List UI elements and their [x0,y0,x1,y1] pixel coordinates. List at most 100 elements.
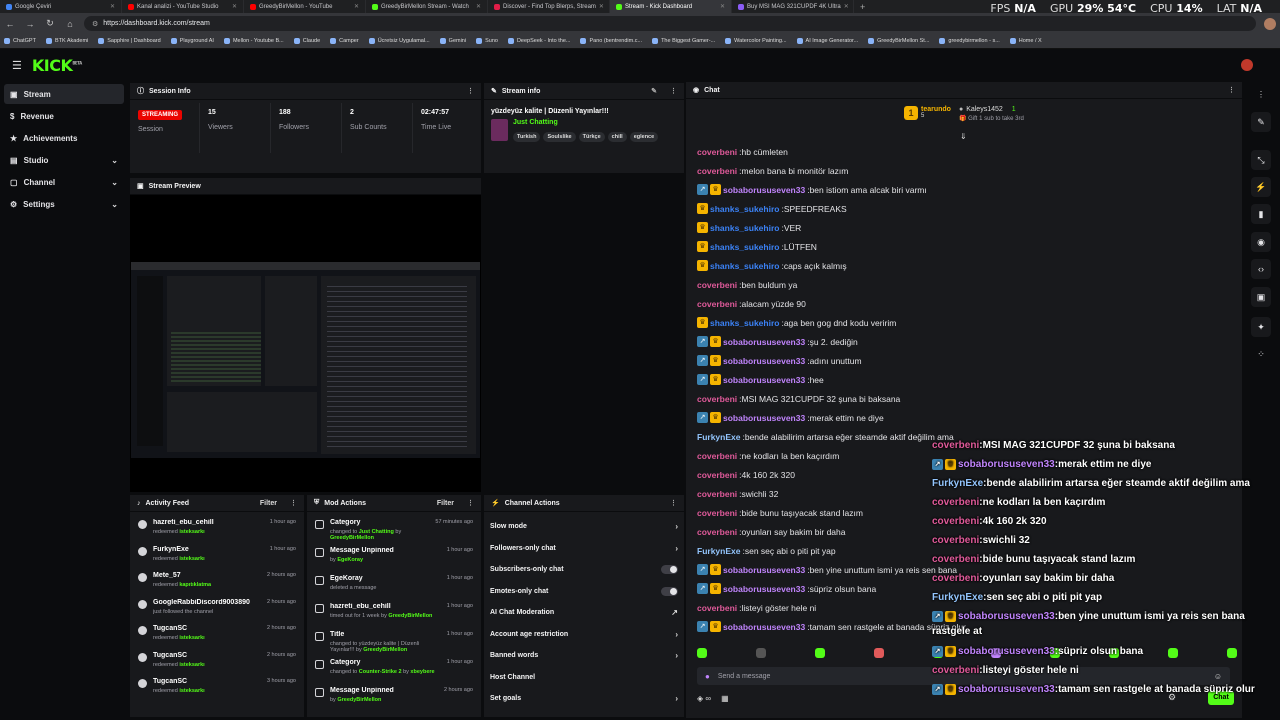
sidebar-item-stream[interactable]: ▣ Stream [4,84,124,104]
chat-username[interactable]: coverbeni [697,166,737,176]
save-icon[interactable]: ▣ [1251,287,1271,307]
emote-icon[interactable] [814,648,825,658]
kick-logo[interactable]: KICKBETA [32,56,82,75]
more-icon[interactable]: ⋮ [1257,90,1265,99]
close-icon[interactable]: ✕ [599,3,604,10]
chat-username[interactable]: coverbeni [697,299,737,309]
chat-username[interactable]: shanks_sukehiro [710,242,779,252]
chat-username[interactable]: sobaborususeven33 [723,375,805,385]
chat-username[interactable]: coverbeni [697,451,737,461]
chat-username[interactable]: coverbeni [932,516,979,527]
tag-chip[interactable]: Soulslike [543,132,576,142]
sidebar-item-achievements[interactable]: ★ Achievements [4,128,124,148]
more-icon[interactable]: ⋮ [467,87,474,95]
activity-username[interactable]: hazreti_ebu_cehill [153,519,264,526]
activity-filter-button[interactable]: Filter [260,500,277,507]
chat-username[interactable]: sobaborususeven33 [723,185,805,195]
channel-action-row[interactable]: Host Channel [484,667,684,689]
bookmark-item[interactable]: Sapphire | Dashboard [98,38,161,44]
back-icon[interactable]: ← [4,19,16,29]
user-avatar[interactable] [1241,59,1253,71]
browser-tab[interactable]: GreedyBirMellon Stream - Watch ✕ [366,0,488,13]
bookmark-item[interactable]: The Biggest Gamer-... [652,38,715,44]
activity-username[interactable]: GoogleRabbiDiscord9003890 [153,599,261,606]
chat-username[interactable]: coverbeni [697,603,737,613]
chat-username[interactable]: FurkynExe [932,592,983,603]
browser-tab[interactable]: Google Çeviri ✕ [0,0,122,13]
browser-tab[interactable]: Stream - Kick Dashboard ✕ [610,0,732,13]
chat-username[interactable]: coverbeni [697,147,737,157]
chat-username[interactable]: sobaborususeven33 [958,646,1055,657]
more-icon[interactable]: ⋮ [290,499,297,507]
close-icon[interactable]: ✕ [232,3,237,10]
chat-username[interactable]: FurkynExe [932,478,983,489]
chat-username[interactable]: sobaborususeven33 [723,565,805,575]
trash-icon[interactable]: ▮ [1251,204,1271,224]
chat-username[interactable]: shanks_sukehiro [710,318,779,328]
bookmark-item[interactable]: Home / X [1009,38,1042,44]
toggle-switch[interactable] [661,586,678,596]
close-icon[interactable]: ✕ [110,3,115,10]
tag-chip[interactable]: Turkish [513,132,541,142]
bookmark-item[interactable]: Mellon - Youtube B... [223,38,284,44]
chat-username[interactable]: shanks_sukehiro [710,261,779,271]
bookmark-item[interactable]: BTK Akademi [45,38,88,44]
mic-icon[interactable]: ● [705,672,710,681]
chat-username[interactable]: coverbeni [697,508,737,518]
bookmark-item[interactable]: Suno [476,38,498,44]
channel-action-row[interactable]: Account age restriction › [484,624,684,646]
browser-tab[interactable]: Buy MSI MAG 321CUPDF 4K Ultra ✕ [732,0,854,13]
preview-video[interactable] [130,195,481,492]
activity-username[interactable]: TugcanSC [153,678,261,685]
chat-username[interactable]: sobaborususeven33 [723,584,805,594]
activity-username[interactable]: TugcanSC [153,625,261,632]
infinity-icon[interactable]: ◈ ∞ [697,694,711,703]
bookmark-item[interactable]: Pano (bentrendim.c... [580,38,642,44]
gift-top-user[interactable]: tearundo [921,106,951,113]
chat-username[interactable]: shanks_sukehiro [710,204,779,214]
emote-icon[interactable] [755,648,766,658]
bookmark-item[interactable]: Watercolor Painting... [725,38,787,44]
sidebar-item-studio[interactable]: ▤ Studio ⌄ [4,150,124,170]
activity-username[interactable]: Mete_57 [153,572,261,579]
chat-username[interactable]: sobaborususeven33 [958,459,1055,470]
menu-icon[interactable]: ☰ [12,59,22,72]
tag-chip[interactable]: Türkçe [578,132,605,142]
toggle-switch[interactable] [661,565,678,575]
chat-username[interactable]: FurkynExe [697,546,740,556]
site-info-icon[interactable]: ⚙ [92,20,98,28]
bookmark-item[interactable]: AI Image Generator... [796,38,858,44]
lightning-icon[interactable]: ⚡ [1251,177,1271,197]
sidebar-item-settings[interactable]: ⚙ Settings ⌄ [4,194,124,214]
tag-chip[interactable]: chill [607,132,627,142]
bookmark-item[interactable]: GreedyBirMellon St... [868,38,929,44]
more-icon[interactable]: ⋮ [670,499,677,507]
bookmark-item[interactable]: greedybirmellon - s... [939,38,1000,44]
wrench-icon[interactable]: ✦ [1251,317,1271,337]
apps-icon[interactable]: ⁘ [1251,344,1271,364]
bookmark-item[interactable]: Playground AI [170,38,214,44]
close-icon[interactable]: ✕ [476,3,481,10]
chat-username[interactable]: coverbeni [932,554,979,565]
chat-username[interactable]: coverbeni [932,497,979,508]
close-icon[interactable]: ✕ [720,3,725,10]
close-icon[interactable]: ✕ [354,3,359,10]
chat-username[interactable]: sobaborususeven33 [958,684,1055,695]
channel-action-row[interactable]: Slow mode › [484,516,684,538]
tag-chip[interactable]: eglence [629,132,659,142]
more-icon[interactable]: ⋮ [1228,86,1235,94]
close-icon[interactable]: ✕ [844,3,849,10]
emote-icon[interactable] [873,648,884,658]
chat-username[interactable]: coverbeni [697,394,737,404]
edit-icon[interactable]: ✎ [651,87,657,95]
pencil-icon[interactable]: ✎ [1251,112,1271,132]
bookmark-item[interactable]: ChatGPT [4,38,36,44]
channel-action-row[interactable]: Subscribers-only chat [484,559,684,581]
chat-icon[interactable]: ◉ [1251,232,1271,252]
channel-action-row[interactable]: AI Chat Moderation ↗ [484,602,684,624]
emote-icon[interactable] [697,648,707,658]
channel-action-row[interactable]: Followers-only chat › [484,538,684,560]
calendar-icon[interactable]: ▦ [721,694,729,703]
chat-username[interactable]: FurkynExe [697,432,740,442]
bookmark-item[interactable]: Ücretsiz Uygulamal... [368,38,430,44]
